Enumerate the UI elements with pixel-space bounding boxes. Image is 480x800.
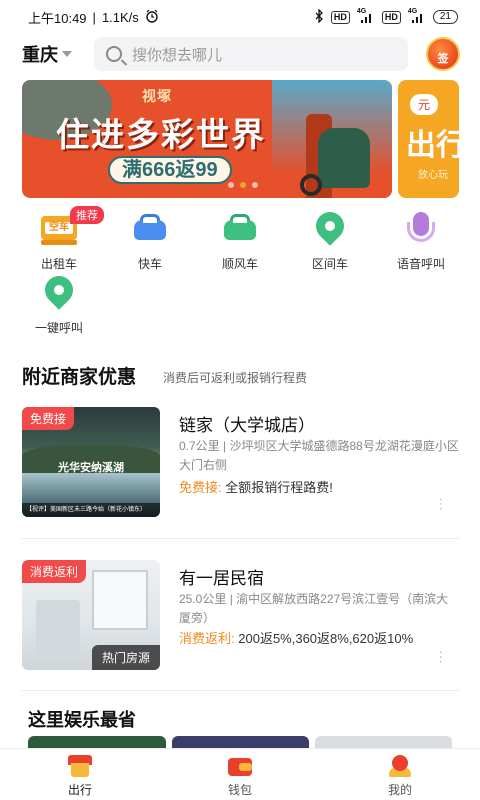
carousel-dot-active[interactable] bbox=[240, 182, 246, 188]
status-bar: 上午10:49 | 1.1K/s HD 4G HD 4G 21 bbox=[0, 0, 480, 34]
banner-rider-illustration bbox=[318, 128, 370, 188]
shop-address: 25.0公里 | 渝中区解放西路227号滨江壹号（南滨大厦旁） bbox=[179, 592, 449, 625]
carousel-dot[interactable] bbox=[228, 182, 234, 188]
sign-in-label: 签 bbox=[437, 53, 449, 65]
status-divider: | bbox=[92, 9, 96, 25]
tab-wallet[interactable]: 钱包 bbox=[160, 749, 320, 800]
status-left: 上午10:49 | 1.1K/s bbox=[28, 8, 159, 27]
nearby-section-title: 附近商家优惠 bbox=[22, 367, 137, 388]
recommend-badge: 推荐 bbox=[70, 206, 104, 224]
tab-label: 出行 bbox=[67, 783, 92, 797]
banner-brand: 视塚 bbox=[142, 88, 172, 104]
service-label: 顺风车 bbox=[221, 257, 258, 271]
banner-next-sub: 放心玩 bbox=[418, 170, 448, 181]
service-route[interactable]: 区间车 bbox=[295, 206, 365, 272]
shop-tag: 免费接 bbox=[22, 407, 75, 430]
entertainment-section-title: 这里娱乐最省 bbox=[28, 710, 136, 730]
status-speed: 1.1K/s bbox=[101, 9, 139, 25]
bluetooth-icon bbox=[314, 7, 324, 26]
more-options-icon[interactable]: ··· bbox=[434, 497, 450, 511]
search-icon bbox=[106, 46, 122, 62]
shop-name: 链家（大学城店） bbox=[179, 416, 315, 435]
offer-key: 免费接: bbox=[179, 480, 222, 495]
route-pin-icon bbox=[310, 206, 350, 246]
service-taxi[interactable]: 空车 推荐 出租车 bbox=[24, 206, 104, 272]
carpool-car-icon bbox=[222, 212, 258, 246]
service-one-tap-call[interactable]: 一键呼叫 bbox=[24, 270, 94, 336]
thumb-sink bbox=[36, 600, 80, 656]
service-label: 语音呼叫 bbox=[396, 257, 445, 271]
signal-4g-icon: 4G bbox=[357, 8, 375, 24]
more-options-icon[interactable]: ··· bbox=[434, 650, 450, 664]
service-voice-call[interactable]: 语音呼叫 bbox=[386, 212, 456, 272]
bottom-tab-bar: 出行 钱包 我的 bbox=[0, 748, 480, 800]
nearby-section-subtitle: 消费后可返利或报销行程费 bbox=[163, 371, 308, 385]
one-tap-call-icon bbox=[39, 270, 79, 310]
shop-address: 0.7公里 | 沙坪坝区大学城盛德路88号龙湖花漫庭小区大门右侧 bbox=[179, 439, 459, 472]
sign-in-button[interactable]: 签 bbox=[426, 37, 460, 71]
thumb-footer: 【视评】美国新区未三路今始（新花小镇东） bbox=[22, 503, 160, 517]
service-carpool[interactable]: 顺风车 bbox=[205, 212, 275, 272]
shop-thumbnail: 光华安纳溪湖 【视评】美国新区未三路今始（新花小镇东） 免费接 bbox=[22, 407, 160, 517]
search-placeholder: 搜你想去哪儿 bbox=[132, 46, 223, 64]
profile-icon bbox=[387, 755, 413, 777]
offer-value: 全额报销行程路费! bbox=[225, 480, 333, 495]
express-car-icon bbox=[132, 212, 168, 246]
top-header: 重庆 搜你想去哪儿 签 bbox=[0, 36, 480, 72]
shop-offer: 免费接: 全额报销行程路费! bbox=[179, 477, 333, 496]
battery-indicator: 21 bbox=[432, 10, 458, 24]
service-label: 出租车 bbox=[40, 257, 77, 271]
carousel-dot[interactable] bbox=[252, 182, 258, 188]
hd-icon: HD bbox=[330, 10, 350, 24]
microphone-icon bbox=[403, 212, 439, 246]
service-label: 快车 bbox=[137, 257, 162, 271]
tab-travel[interactable]: 出行 bbox=[0, 749, 160, 800]
tab-label: 钱包 bbox=[227, 783, 252, 797]
hd-icon-2: HD bbox=[381, 10, 401, 24]
service-label: 区间车 bbox=[311, 257, 348, 271]
home-travel-icon bbox=[67, 755, 93, 777]
banner-slide[interactable]: 视塚 住进多彩世界 满666返99 bbox=[22, 80, 392, 198]
shop-tag: 消费返利 bbox=[22, 560, 87, 583]
service-express[interactable]: 快车 bbox=[115, 212, 185, 272]
banner-carousel[interactable]: 视塚 住进多彩世界 满666返99 元 出行 放心玩 bbox=[22, 80, 459, 198]
divider bbox=[22, 690, 459, 691]
signal-4g-icon-2: 4G bbox=[408, 8, 426, 24]
shop-thumbnail: 热门房源 消费返利 bbox=[22, 560, 160, 670]
city-name: 重庆 bbox=[22, 45, 58, 65]
thumb-lake bbox=[22, 473, 160, 503]
search-bar[interactable]: 搜你想去哪儿 bbox=[94, 37, 408, 71]
banner-next-text: 出行 bbox=[406, 129, 459, 162]
carousel-dots bbox=[228, 182, 258, 188]
chevron-down-icon bbox=[62, 51, 72, 57]
banner-slide-next[interactable]: 元 出行 放心玩 bbox=[398, 80, 459, 198]
status-right: HD 4G HD 4G 21 bbox=[314, 7, 458, 26]
wallet-icon bbox=[227, 755, 253, 777]
banner-headline: 住进多彩世界 bbox=[56, 115, 266, 154]
banner-promo: 满666返99 bbox=[108, 156, 232, 184]
banner-wheel-illustration bbox=[300, 174, 322, 196]
thumb-caption: 光华安纳溪湖 bbox=[58, 462, 124, 474]
alarm-icon bbox=[145, 9, 159, 26]
thumb-shelf bbox=[92, 570, 148, 630]
shop-offer: 消费返利: 200返5%,360返8%,620返10% bbox=[179, 628, 413, 647]
taxi-sign: 空车 bbox=[45, 222, 73, 234]
shop-name: 有一居民宿 bbox=[179, 569, 264, 588]
offer-key: 消费返利: bbox=[179, 631, 235, 646]
hot-listing-badge: 热门房源 bbox=[91, 645, 160, 670]
offer-value: 200返5%,360返8%,620返10% bbox=[238, 631, 414, 646]
divider bbox=[22, 538, 459, 539]
city-selector[interactable]: 重庆 bbox=[22, 41, 94, 67]
banner-next-tag: 元 bbox=[410, 94, 439, 115]
tab-profile[interactable]: 我的 bbox=[320, 749, 480, 800]
shop-card-lianjia[interactable]: 光华安纳溪湖 【视评】美国新区未三路今始（新花小镇东） 免费接 链家（大学城店）… bbox=[22, 407, 459, 519]
tab-label: 我的 bbox=[387, 783, 412, 797]
shop-card-homestay[interactable]: 热门房源 消费返利 有一居民宿 25.0公里 | 渝中区解放西路227号滨江壹号… bbox=[22, 560, 459, 672]
status-time: 上午10:49 bbox=[28, 10, 87, 26]
service-label: 一键呼叫 bbox=[34, 321, 83, 335]
